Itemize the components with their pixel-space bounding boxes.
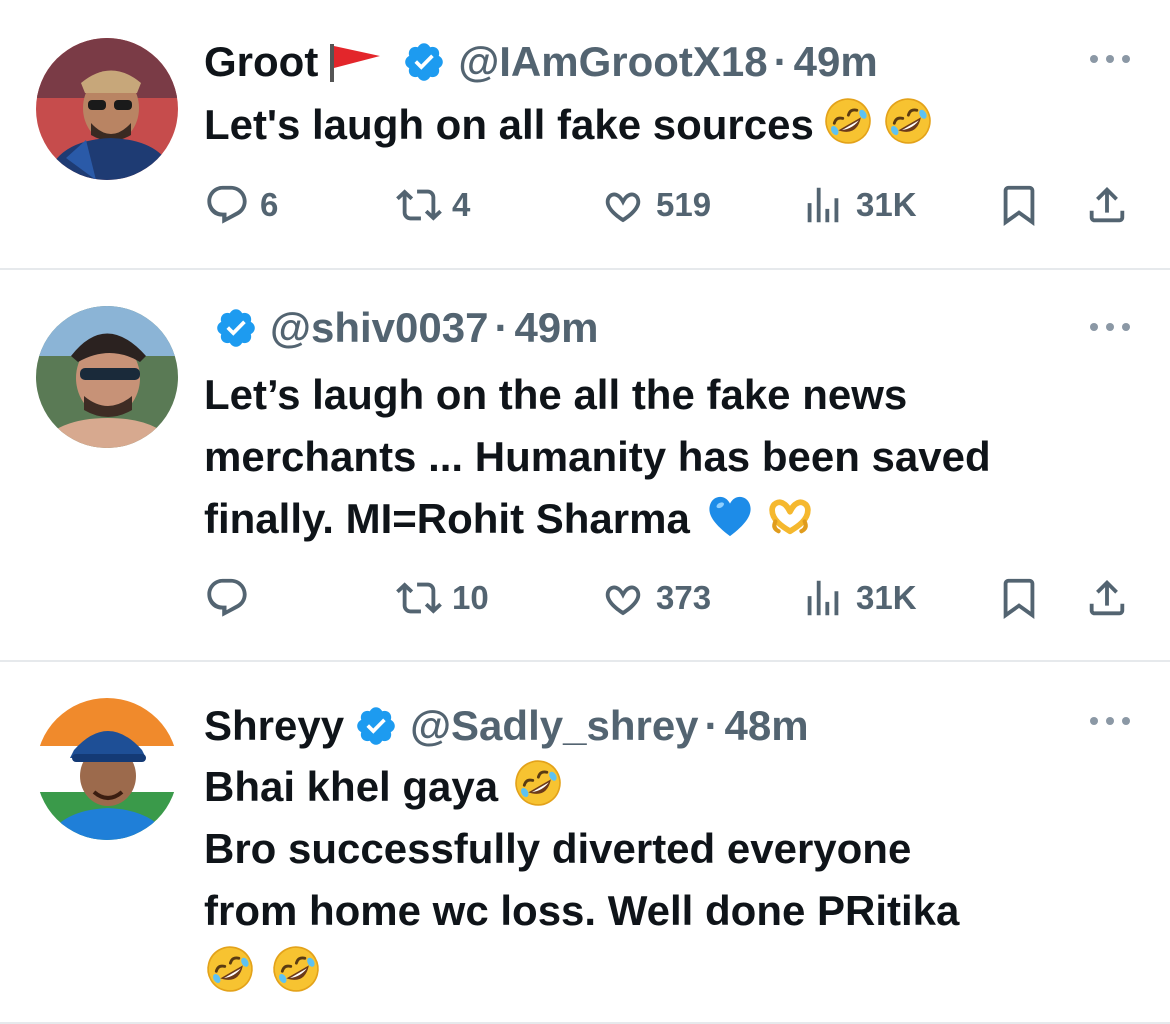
rofl-emoji-icon	[822, 95, 874, 147]
avatar[interactable]	[36, 698, 178, 840]
reply-button[interactable]: 6	[204, 182, 278, 228]
timestamp[interactable]: 49m	[794, 41, 878, 83]
tweet-header: Shreyy @Sadly_shrey · 48m	[204, 704, 1130, 748]
tweet[interactable]: Groot @IAmGrootX18 · 49m Let's laugh on …	[0, 0, 1170, 270]
tweet[interactable]: Shreyy @Sadly_shrey · 48m Bhai khel gaya…	[0, 662, 1170, 1024]
reply-icon	[204, 182, 250, 228]
tweet-header: @shiv0037 · 49m	[204, 306, 1130, 350]
verified-icon	[214, 306, 258, 350]
display-name[interactable]: Shreyy	[204, 705, 344, 747]
bookmark-icon	[996, 182, 1042, 228]
tweet-text-line-with-emoji: finally. MI=Rohit Sharma	[204, 488, 1130, 550]
bookmark-icon	[996, 575, 1042, 621]
bookmark-button[interactable]	[996, 575, 1042, 621]
like-button[interactable]: 373	[600, 575, 711, 621]
handle[interactable]: @shiv0037	[270, 307, 488, 349]
tweet-text-line: Let’s laugh on the all the fake news	[204, 371, 908, 418]
rofl-emoji-icon	[882, 95, 934, 147]
rofl-emoji-icon	[270, 943, 322, 995]
reply-count: 6	[260, 186, 279, 223]
tweet-text: Let’s laugh on the all the fake news mer…	[204, 364, 1130, 550]
bookmark-button[interactable]	[996, 182, 1042, 228]
reply-icon	[204, 575, 250, 621]
share-icon	[1084, 575, 1130, 621]
views-button[interactable]: 31K	[800, 182, 917, 228]
handle[interactable]: @Sadly_shrey	[410, 705, 698, 747]
tweet-text-line: from home wc loss. Well done PRitika	[204, 887, 960, 934]
views-icon	[800, 575, 846, 621]
reply-button[interactable]	[204, 575, 260, 621]
tweet[interactable]: @shiv0037 · 49m Let’s laugh on the all t…	[0, 270, 1170, 662]
retweet-count: 10	[452, 579, 489, 616]
retweet-button[interactable]: 10	[396, 575, 489, 621]
views-button[interactable]: 31K	[800, 575, 917, 621]
retweet-button[interactable]: 4	[396, 182, 470, 228]
tweet-text-line: Bhai khel gaya	[204, 763, 499, 810]
separator-dot: ·	[773, 38, 788, 85]
separator-dot: ·	[704, 702, 719, 749]
share-button[interactable]	[1084, 575, 1130, 621]
tweet-emoji-line	[204, 942, 1130, 1004]
timestamp[interactable]: 48m	[725, 705, 809, 747]
share-icon	[1084, 182, 1130, 228]
share-button[interactable]	[1084, 182, 1130, 228]
tweet-text-line-with-emoji: Bhai khel gaya	[204, 756, 1130, 818]
like-button[interactable]: 519	[600, 182, 711, 228]
like-count: 373	[656, 579, 712, 616]
tweet-actions: 10 373 31K	[204, 575, 1134, 621]
heart-icon	[600, 575, 646, 621]
handle[interactable]: @IAmGrootX18	[458, 41, 767, 83]
heart-hands-emoji-icon	[764, 489, 816, 541]
blue-heart-emoji-icon	[704, 489, 756, 541]
tweet-text-line: finally. MI=Rohit Sharma	[204, 495, 690, 542]
heart-icon	[600, 182, 646, 228]
views-count: 31K	[856, 186, 917, 223]
views-count: 31K	[856, 579, 917, 616]
verified-icon	[354, 704, 398, 748]
avatar[interactable]	[36, 38, 178, 180]
retweet-icon	[396, 182, 442, 228]
tweet-text-line: merchants ... Humanity has been saved	[204, 433, 991, 480]
tweet-text: Bhai khel gaya Bro successfully diverted…	[204, 756, 1130, 1004]
timestamp[interactable]: 49m	[514, 307, 598, 349]
avatar[interactable]	[36, 306, 178, 448]
verified-icon	[402, 40, 446, 84]
tweet-text-line: Let's laugh on all fake sources	[204, 101, 814, 148]
more-options-icon[interactable]	[1088, 320, 1132, 334]
tweet-text-line: Bro successfully diverted everyone	[204, 825, 912, 872]
more-options-icon[interactable]	[1088, 52, 1132, 66]
red-flag-icon	[328, 42, 384, 82]
rofl-emoji-icon	[512, 757, 564, 809]
retweet-count: 4	[452, 186, 471, 223]
display-name[interactable]: Groot	[204, 41, 318, 83]
retweet-icon	[396, 575, 442, 621]
rofl-emoji-icon	[204, 943, 256, 995]
tweet-text: Let's laugh on all fake sources	[204, 94, 1130, 156]
separator-dot: ·	[494, 304, 509, 351]
like-count: 519	[656, 186, 712, 223]
more-options-icon[interactable]	[1088, 714, 1132, 728]
tweet-header: Groot @IAmGrootX18 · 49m	[204, 40, 1130, 84]
views-icon	[800, 182, 846, 228]
tweet-actions: 6 4 519 31K	[204, 182, 1134, 228]
